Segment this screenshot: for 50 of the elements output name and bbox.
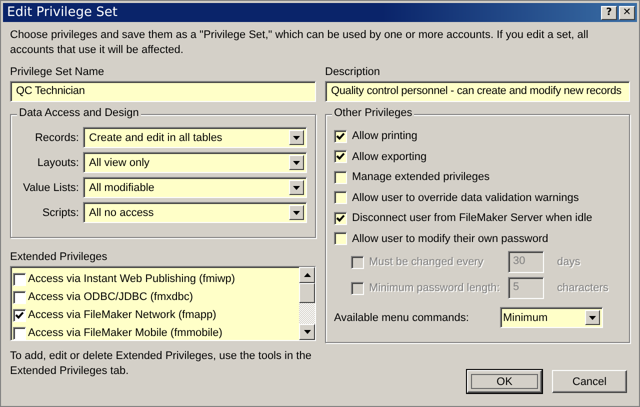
- checkbox[interactable]: [13, 272, 26, 286]
- dropdown[interactable]: Create and edit in all tables: [83, 127, 307, 148]
- help-text: To add, edit or delete Extended Privileges, use the tools in the Extended Privileges tab.: [10, 349, 312, 379]
- dropdown-label: Layouts:: [36, 156, 79, 168]
- checkbox[interactable]: [334, 232, 347, 246]
- scroll-up-icon[interactable]: [299, 267, 315, 283]
- checkbox-label[interactable]: Disconnect user from FileMaker Server when idle: [352, 212, 592, 224]
- help-button[interactable]: ?: [601, 6, 617, 20]
- checkbox-label[interactable]: Allow exporting: [352, 150, 427, 163]
- dropdown-label: Available menu commands:: [334, 312, 470, 324]
- checkbox[interactable]: [334, 212, 347, 225]
- field-label: Description: [325, 66, 382, 78]
- list-item[interactable]: Access via FileMaker Mobile (fmmobile): [13, 324, 297, 340]
- dropdown[interactable]: All view only: [83, 152, 307, 173]
- dropdown[interactable]: All no access: [83, 202, 307, 223]
- dropdown[interactable]: Minimum: [500, 307, 603, 328]
- window-title: Edit Privilege Set: [7, 5, 119, 20]
- list-item[interactable]: Access via ODBC/JDBC (fmxdbc): [13, 288, 297, 306]
- scroll-down-icon[interactable]: [299, 324, 315, 340]
- list-label: Extended Privileges: [10, 251, 108, 263]
- intro-text: Choose privileges and save them as a "Privilege Set," which can be used by one or more accounts. If you edit a set, all accounts that use it will be affected.: [10, 28, 590, 58]
- dropdown-label: Records:: [34, 132, 79, 144]
- unit-label: characters: [557, 282, 608, 294]
- field-label: Privilege Set Name: [10, 66, 106, 78]
- ok-button[interactable]: OK: [467, 370, 542, 393]
- scroll-thumb[interactable]: [299, 283, 315, 303]
- checkbox[interactable]: [13, 308, 26, 322]
- checkbox-label[interactable]: Allow user to modify their own password: [352, 232, 548, 245]
- checkbox[interactable]: [13, 326, 26, 340]
- checkbox[interactable]: [334, 150, 347, 164]
- group-title: Other Privileges: [332, 107, 414, 119]
- scrollbar[interactable]: [299, 267, 315, 340]
- dropdown-label: Scripts:: [41, 206, 79, 218]
- checkbox[interactable]: [334, 170, 347, 184]
- unit-label: days: [557, 256, 580, 268]
- close-button[interactable]: ✕: [619, 6, 635, 20]
- group-title: Data Access and Design: [17, 107, 141, 119]
- checkbox-label[interactable]: Allow user to override data validation warnings: [352, 192, 579, 204]
- dropdown[interactable]: All modifiable: [83, 177, 307, 198]
- checkbox[interactable]: [334, 191, 347, 204]
- dropdown-label: Value Lists:: [22, 182, 79, 194]
- checkbox-label[interactable]: Manage extended privileges: [352, 171, 490, 184]
- checkbox[interactable]: [334, 130, 347, 143]
- cancel-button[interactable]: Cancel: [552, 370, 627, 393]
- description-field[interactable]: Quality control personnel - can create and modify new records: [325, 81, 630, 102]
- list-item[interactable]: Access via Instant Web Publishing (fmiwp): [13, 270, 297, 288]
- checkbox-label[interactable]: Allow printing: [352, 130, 418, 142]
- list-item[interactable]: Access via FileMaker Network (fmapp): [13, 306, 297, 324]
- name-field[interactable]: QC Technician: [10, 81, 316, 102]
- checkbox[interactable]: [13, 290, 26, 304]
